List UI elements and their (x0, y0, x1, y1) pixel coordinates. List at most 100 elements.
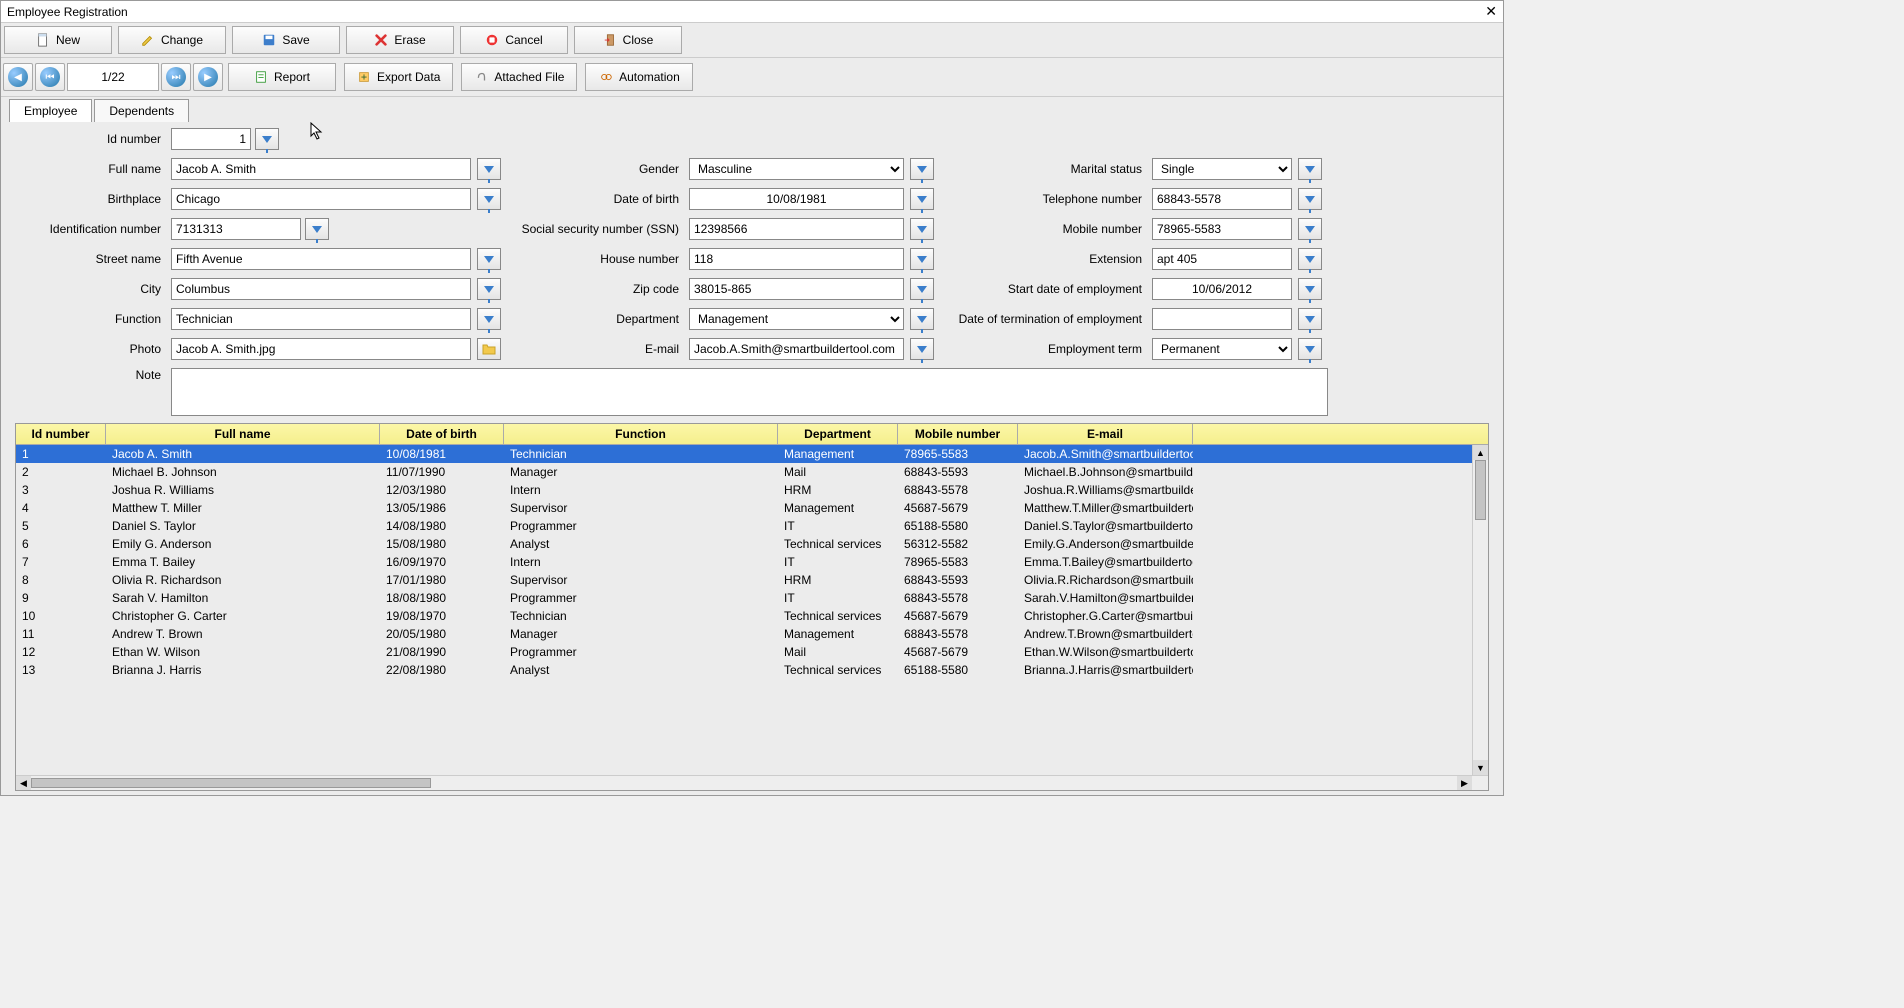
termdate-input[interactable] (1152, 308, 1292, 330)
dob-input[interactable] (689, 188, 904, 210)
scroll-down-icon[interactable]: ▼ (1473, 760, 1488, 775)
cell-dob: 15/08/1980 (380, 537, 504, 551)
label-city: City (15, 282, 165, 296)
ssn-input[interactable] (689, 218, 904, 240)
table-row[interactable]: 9Sarah V. Hamilton18/08/1980ProgrammerIT… (16, 589, 1488, 607)
startdate-input[interactable] (1152, 278, 1292, 300)
marital-select[interactable]: Single (1152, 158, 1292, 180)
filter-startdate-button[interactable] (1298, 278, 1322, 300)
filter-termdate-button[interactable] (1298, 308, 1322, 330)
filter-houseno-button[interactable] (910, 248, 934, 270)
col-header-id[interactable]: Id number (16, 424, 106, 444)
col-header-name[interactable]: Full name (106, 424, 380, 444)
col-header-dob[interactable]: Date of birth (380, 424, 504, 444)
erase-button[interactable]: Erase (346, 26, 454, 54)
filter-zip-button[interactable] (910, 278, 934, 300)
table-row[interactable]: 13Brianna J. Harris22/08/1980AnalystTech… (16, 661, 1488, 679)
new-button[interactable]: New (4, 26, 112, 54)
cell-dob: 22/08/1980 (380, 663, 504, 677)
ext-input[interactable] (1152, 248, 1292, 270)
scroll-up-icon[interactable]: ▲ (1473, 445, 1488, 460)
scroll-thumb[interactable] (1475, 460, 1486, 520)
scroll-left-icon[interactable]: ◀ (16, 776, 31, 790)
filter-dob-button[interactable] (910, 188, 934, 210)
horizontal-scrollbar[interactable]: ◀ ▶ (16, 775, 1488, 790)
table-row[interactable]: 3Joshua R. Williams12/03/1980InternHRM68… (16, 481, 1488, 499)
cell-id: 1 (16, 447, 106, 461)
filter-ident-button[interactable] (305, 218, 329, 240)
table-row[interactable]: 2Michael B. Johnson11/07/1990ManagerMail… (16, 463, 1488, 481)
empterm-select[interactable]: Permanent (1152, 338, 1292, 360)
filter-street-button[interactable] (477, 248, 501, 270)
filter-ext-button[interactable] (1298, 248, 1322, 270)
houseno-input[interactable] (689, 248, 904, 270)
col-header-mob[interactable]: Mobile number (898, 424, 1018, 444)
table-row[interactable]: 10Christopher G. Carter19/08/1970Technic… (16, 607, 1488, 625)
cell-mob: 68843-5593 (898, 465, 1018, 479)
mobile-input[interactable] (1152, 218, 1292, 240)
nav-first-button[interactable]: ◀ (3, 63, 33, 91)
filter-function-button[interactable] (477, 308, 501, 330)
function-input[interactable] (171, 308, 471, 330)
table-row[interactable]: 7Emma T. Bailey16/09/1970InternIT78965-5… (16, 553, 1488, 571)
filter-birthplace-button[interactable] (477, 188, 501, 210)
note-input[interactable] (171, 368, 1328, 416)
filter-tel-button[interactable] (1298, 188, 1322, 210)
cell-mail: Andrew.T.Brown@smartbuildertool.c (1018, 627, 1193, 641)
col-header-dept[interactable]: Department (778, 424, 898, 444)
city-input[interactable] (171, 278, 471, 300)
vertical-scrollbar[interactable]: ▲ ▼ (1472, 445, 1488, 775)
birthplace-input[interactable] (171, 188, 471, 210)
filter-marital-button[interactable] (1298, 158, 1322, 180)
cancel-button[interactable]: Cancel (460, 26, 568, 54)
table-row[interactable]: 11Andrew T. Brown20/05/1980ManagerManage… (16, 625, 1488, 643)
employee-registration-window: Employee Registration ✕ New Change Save … (0, 0, 1504, 796)
table-row[interactable]: 6Emily G. Anderson15/08/1980AnalystTechn… (16, 535, 1488, 553)
filter-empterm-button[interactable] (1298, 338, 1322, 360)
attached-file-button[interactable]: Attached File (461, 63, 577, 91)
table-row[interactable]: 1Jacob A. Smith10/08/1981TechnicianManag… (16, 445, 1488, 463)
cell-mob: 56312-5582 (898, 537, 1018, 551)
hscroll-thumb[interactable] (31, 778, 431, 788)
fullname-input[interactable] (171, 158, 471, 180)
filter-mobile-button[interactable] (1298, 218, 1322, 240)
email-input[interactable] (689, 338, 904, 360)
automation-button[interactable]: Automation (585, 63, 693, 91)
label-zip: Zip code (513, 282, 683, 296)
nav-last-button[interactable]: ▶ (193, 63, 223, 91)
zip-input[interactable] (689, 278, 904, 300)
filter-fullname-button[interactable] (477, 158, 501, 180)
dept-select[interactable]: Management (689, 308, 904, 330)
filter-id-button[interactable] (255, 128, 279, 150)
col-header-func[interactable]: Function (504, 424, 778, 444)
close-button[interactable]: Close (574, 26, 682, 54)
filter-dept-button[interactable] (910, 308, 934, 330)
id-input[interactable] (171, 128, 251, 150)
close-icon[interactable]: ✕ (1485, 3, 1497, 20)
photo-input[interactable] (171, 338, 471, 360)
table-row[interactable]: 8Olivia R. Richardson17/01/1980Superviso… (16, 571, 1488, 589)
col-header-mail[interactable]: E-mail (1018, 424, 1193, 444)
table-row[interactable]: 12Ethan W. Wilson21/08/1990ProgrammerMai… (16, 643, 1488, 661)
nav-prev-button[interactable]: ⏮ (35, 63, 65, 91)
gender-select[interactable]: Masculine (689, 158, 904, 180)
nav-next-button[interactable]: ⏭ (161, 63, 191, 91)
browse-photo-button[interactable] (477, 338, 501, 360)
table-row[interactable]: 4Matthew T. Miller13/05/1986SupervisorMa… (16, 499, 1488, 517)
export-data-button[interactable]: Export Data (344, 63, 453, 91)
tab-employee[interactable]: Employee (9, 99, 92, 122)
scroll-right-icon[interactable]: ▶ (1457, 776, 1472, 790)
change-button[interactable]: Change (118, 26, 226, 54)
grid-body[interactable]: ▲ ▼ 1Jacob A. Smith10/08/1981TechnicianM… (16, 445, 1488, 775)
tel-input[interactable] (1152, 188, 1292, 210)
tab-dependents[interactable]: Dependents (94, 99, 189, 122)
street-input[interactable] (171, 248, 471, 270)
save-button[interactable]: Save (232, 26, 340, 54)
filter-ssn-button[interactable] (910, 218, 934, 240)
filter-gender-button[interactable] (910, 158, 934, 180)
filter-email-button[interactable] (910, 338, 934, 360)
filter-city-button[interactable] (477, 278, 501, 300)
report-button[interactable]: Report (228, 63, 336, 91)
ident-input[interactable] (171, 218, 301, 240)
table-row[interactable]: 5Daniel S. Taylor14/08/1980ProgrammerIT6… (16, 517, 1488, 535)
